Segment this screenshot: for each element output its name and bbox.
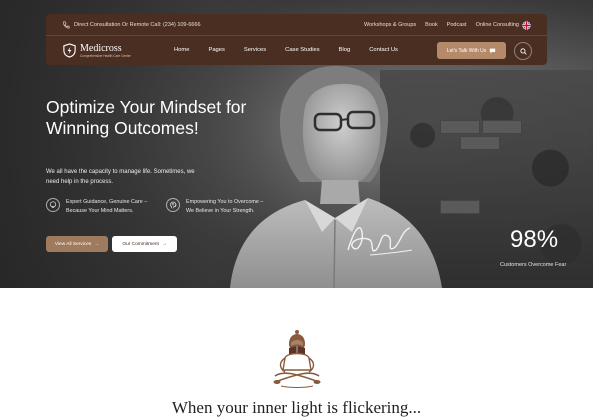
section-heading: When your inner light is flickering...	[171, 398, 422, 417]
header-nav: Direct Consultation Or Remote Call: (234…	[46, 14, 547, 65]
top-link-podcast[interactable]: Podcast	[447, 22, 467, 28]
search-icon	[519, 47, 527, 55]
chat-bubble-icon	[490, 48, 496, 53]
hero-description: We all have the capacity to manage life.…	[46, 169, 195, 185]
uk-flag-icon[interactable]	[522, 21, 531, 30]
logo-tagline: Comprehensive Health Care Center	[80, 54, 131, 58]
stat-value: 98%	[510, 226, 559, 253]
nav-item-contact[interactable]: Contact Us	[369, 47, 398, 53]
hero-title: Optimize Your Mindset for Winning Outcom…	[46, 97, 247, 138]
phone-icon	[63, 21, 70, 29]
contact-text: Direct Consultation Or Remote Call: (234…	[74, 22, 201, 28]
view-all-services-button[interactable]: View All Services →	[46, 236, 108, 252]
nav-item-services[interactable]: Services	[244, 47, 266, 53]
logo-name[interactable]: Medicross	[80, 43, 122, 54]
nav-item-blog[interactable]: Blog	[339, 47, 351, 53]
search-button[interactable]	[514, 42, 532, 60]
background-brick	[482, 120, 522, 134]
logo-shield-icon[interactable]	[62, 43, 77, 58]
signature-image	[347, 227, 413, 256]
top-link-workshops[interactable]: Workshops & Groups	[364, 22, 416, 28]
top-links: Workshops & Groups Book Podcast Online C…	[364, 22, 519, 28]
feature-item: Expert Guidance, Genuine Care – Because …	[46, 198, 152, 216]
lets-talk-button[interactable]: Let's Talk With Us	[437, 42, 506, 59]
background-brick	[460, 136, 500, 150]
button-label: Let's Talk With Us	[446, 47, 487, 54]
arrow-right-icon: →	[161, 241, 167, 247]
brain-head-icon	[166, 198, 180, 212]
meditation-figure-icon	[273, 330, 321, 388]
button-label: Our Commitment	[122, 241, 159, 247]
stat-label: Customers Overcome Fear	[500, 262, 567, 268]
nav-item-pages[interactable]: Pages	[208, 47, 224, 53]
nav-item-case-studies[interactable]: Case Studies	[285, 47, 319, 53]
top-link-online-consulting[interactable]: Online Consulting	[476, 22, 519, 28]
our-commitment-button[interactable]: Our Commitment →	[112, 236, 177, 252]
feature-item: Empowering You to Overcome – We Believe …	[166, 198, 272, 216]
arrow-right-icon: →	[94, 241, 100, 247]
feature-text: Empowering You to Overcome – We Believe …	[186, 199, 264, 214]
hero-portrait-image	[230, 65, 442, 288]
hero-section: Optimize Your Mindset for Winning Outcom…	[0, 0, 593, 288]
lightbulb-icon	[46, 198, 60, 212]
button-label: View All Services	[54, 241, 92, 247]
nav-links: Home Pages Services Case Studies Blog Co…	[174, 47, 398, 53]
main-nav: Medicross Comprehensive Health Care Cent…	[46, 36, 547, 65]
top-bar: Direct Consultation Or Remote Call: (234…	[46, 14, 547, 36]
top-link-book[interactable]: Book	[425, 22, 438, 28]
nav-item-home[interactable]: Home	[174, 47, 189, 53]
feature-text: Expert Guidance, Genuine Care – Because …	[66, 199, 148, 214]
